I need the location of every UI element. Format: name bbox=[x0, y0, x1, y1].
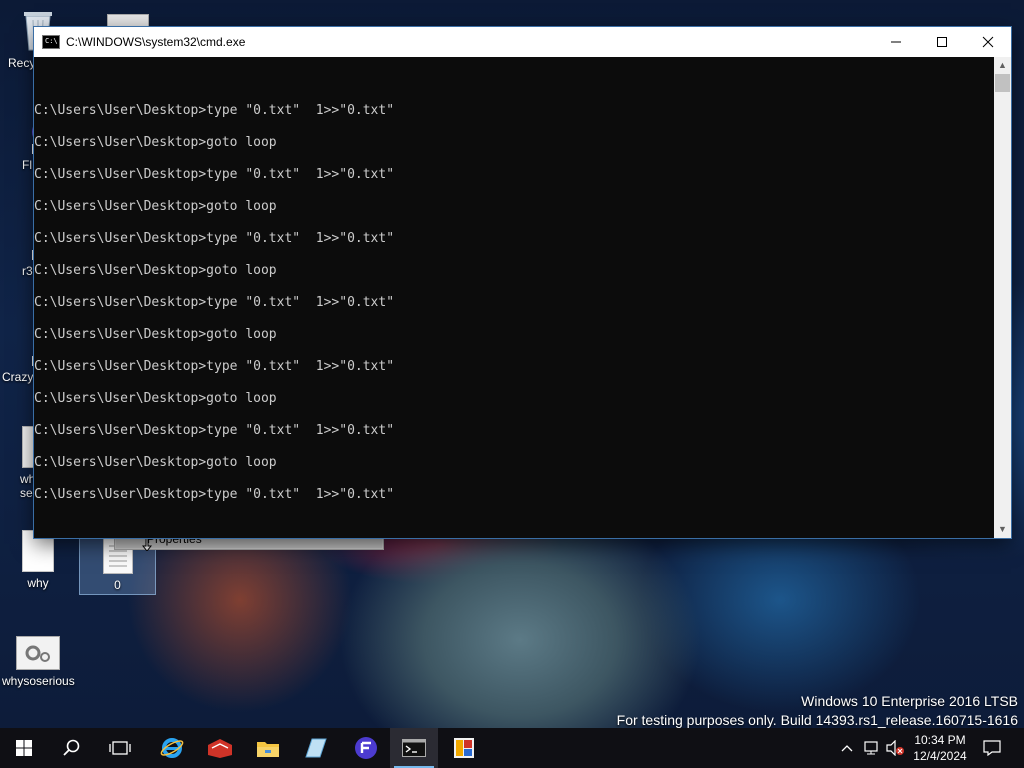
taskbar-purple-app[interactable] bbox=[342, 728, 390, 768]
console-line: C:\Users\User\Desktop>type "0.txt" 1>>"0… bbox=[34, 359, 395, 374]
title-bar[interactable]: C:\ C:\WINDOWS\system32\cmd.exe bbox=[34, 27, 1011, 57]
start-button[interactable] bbox=[0, 728, 48, 768]
vertical-scrollbar[interactable]: ▲ ▼ bbox=[994, 57, 1011, 538]
maximize-button[interactable] bbox=[919, 27, 965, 57]
taskbar-file-explorer[interactable] bbox=[244, 728, 292, 768]
desktop-icon-why[interactable]: why bbox=[2, 530, 74, 590]
console-line: C:\Users\User\Desktop>type "0.txt" 1>>"0… bbox=[34, 103, 395, 118]
volume-muted-icon bbox=[886, 740, 904, 756]
console-line: C:\Users\User\Desktop>goto loop bbox=[34, 455, 277, 470]
console-line: C:\Users\User\Desktop>type "0.txt" 1>>"0… bbox=[34, 487, 395, 502]
file-explorer-icon bbox=[257, 742, 279, 757]
console-output[interactable]: C:\Users\User\Desktop>type "0.txt" 1>>"0… bbox=[34, 57, 994, 538]
cmd-window[interactable]: C:\ C:\WINDOWS\system32\cmd.exe C:\Users… bbox=[34, 27, 1011, 538]
start-icon bbox=[16, 740, 32, 756]
command-prompt-icon bbox=[402, 739, 426, 757]
search-icon bbox=[63, 739, 80, 756]
console-line: C:\Users\User\Desktop>goto loop bbox=[34, 327, 277, 342]
console-line: C:\Users\User\Desktop>goto loop bbox=[34, 263, 277, 278]
show-hidden-icons-button[interactable] bbox=[838, 728, 856, 768]
taskbar-internet-explorer[interactable] bbox=[148, 728, 196, 768]
console-line: C:\Users\User\Desktop>goto loop bbox=[34, 391, 277, 406]
network-icon bbox=[864, 741, 878, 755]
console-line: C:\Users\User\Desktop>type "0.txt" 1>>"0… bbox=[34, 167, 395, 182]
scroll-down-icon[interactable]: ▼ bbox=[994, 521, 1011, 538]
colorful-app-icon bbox=[454, 738, 474, 758]
desktop-icon-whysoserious[interactable]: whysoserious bbox=[2, 636, 75, 688]
notification-icon bbox=[983, 740, 1001, 756]
watermark-edition: Windows 10 Enterprise 2016 LTSB bbox=[801, 693, 1018, 709]
taskbar-red-app[interactable] bbox=[196, 728, 244, 768]
console-line: C:\Users\User\Desktop>goto loop bbox=[34, 199, 277, 214]
purple-app-icon bbox=[355, 737, 377, 759]
taskbar-clock[interactable]: 10:34 PM 12/4/2024 bbox=[906, 732, 974, 764]
console-line: C:\Users\User\Desktop>type "0.txt" 1>>"0… bbox=[34, 423, 395, 438]
taskbar-colorful-app[interactable] bbox=[440, 728, 488, 768]
network-tray-button[interactable] bbox=[860, 728, 882, 768]
close-icon bbox=[982, 36, 994, 48]
window-title: C:\WINDOWS\system32\cmd.exe bbox=[66, 35, 246, 49]
scroll-up-icon[interactable]: ▲ bbox=[994, 57, 1011, 74]
desktop-icon-label: 0 bbox=[114, 578, 121, 592]
clock-date: 12/4/2024 bbox=[913, 749, 967, 763]
volume-tray-button[interactable] bbox=[884, 728, 906, 768]
minimize-button[interactable] bbox=[873, 27, 919, 57]
taskbar-command-prompt[interactable] bbox=[390, 728, 438, 768]
windows-watermark: Windows 10 Enterprise 2016 LTSB For test… bbox=[617, 692, 1018, 730]
internet-explorer-icon bbox=[160, 738, 184, 758]
red-app-icon bbox=[208, 739, 232, 758]
cmd-app-icon: C:\ bbox=[42, 35, 60, 49]
chevron-up-icon bbox=[841, 745, 853, 752]
search-button[interactable] bbox=[48, 728, 96, 768]
blue-app-icon bbox=[305, 738, 327, 758]
desktop-icon-label: why bbox=[27, 576, 49, 590]
clock-time: 10:34 PM bbox=[914, 733, 966, 747]
minimize-icon bbox=[891, 41, 901, 43]
action-center-button[interactable] bbox=[978, 728, 1006, 768]
scroll-thumb[interactable] bbox=[995, 74, 1010, 92]
close-button[interactable] bbox=[965, 27, 1011, 57]
console-line: C:\Users\User\Desktop>goto loop bbox=[34, 135, 277, 150]
task-view-button[interactable] bbox=[96, 728, 144, 768]
maximize-icon bbox=[937, 37, 947, 47]
taskbar-blue-app[interactable] bbox=[292, 728, 340, 768]
settings-file-icon bbox=[16, 636, 60, 670]
taskbar: 10:34 PM 12/4/2024 bbox=[0, 728, 1024, 768]
desktop-icon-label: whysoserious bbox=[2, 674, 75, 688]
console-line: C:\Users\User\Desktop>type "0.txt" 1>>"0… bbox=[34, 231, 395, 246]
console-line: C:\Users\User\Desktop>type "0.txt" 1>>"0… bbox=[34, 295, 395, 310]
task-view-icon bbox=[109, 741, 131, 755]
